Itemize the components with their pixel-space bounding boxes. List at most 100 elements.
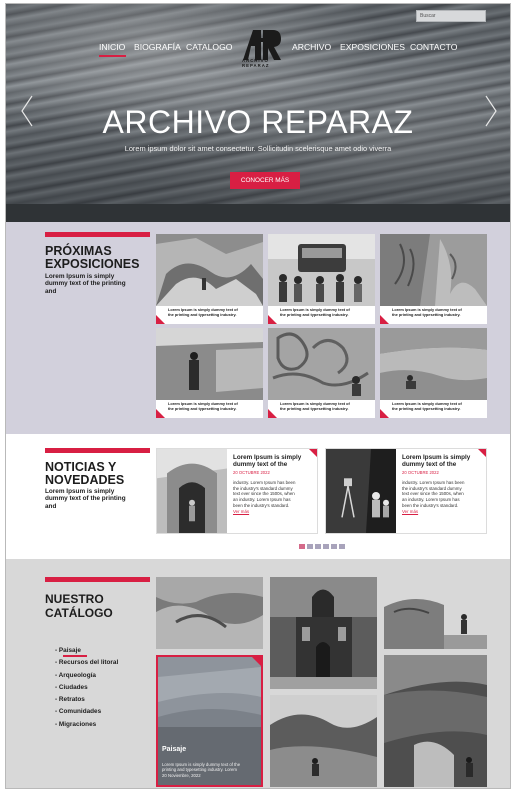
- news-corner-marker: [478, 449, 486, 457]
- news-title: Lorem Ipsum is simply dummy text of the: [233, 454, 302, 468]
- catalogo-section: NUESTRO CATÁLOGO - Paisaje - Recursos del…: [6, 559, 510, 788]
- exposicion-caption: Lorem Ipsum is simply dummy text of the …: [168, 401, 238, 411]
- exposicion-card[interactable]: Lorem Ipsum is simply dummy text of the …: [156, 234, 263, 324]
- catalogo-photo-tile[interactable]: [270, 695, 377, 787]
- featured-title: Paisaje: [162, 746, 187, 753]
- exposiciones-section: PRÓXIMAS EXPOSICIONES Lorem Ipsum is sim…: [6, 222, 510, 434]
- featured-corner-marker: [252, 657, 261, 666]
- exposicion-card[interactable]: Lorem Ipsum is simply dummy text of the …: [380, 234, 487, 324]
- section-accent-bar: [45, 448, 150, 453]
- news-photo: [157, 449, 227, 533]
- nav-item-archivo[interactable]: ARCHIVO: [292, 42, 331, 52]
- exposicion-card[interactable]: Lorem Ipsum is simply dummy text of the …: [156, 328, 263, 418]
- hero-subtitle: Lorem ipsum dolor sit amet consectetur. …: [124, 144, 392, 153]
- news-excerpt: industry. Lorem Ipsum has been the indus…: [402, 480, 465, 508]
- category-item[interactable]: - Paisaje: [55, 647, 118, 659]
- search-input[interactable]: Buscar: [416, 10, 486, 22]
- nav-item-catalogo[interactable]: CATALOGO: [186, 42, 232, 52]
- card-corner-marker: [380, 315, 389, 324]
- category-item[interactable]: - Comunidades: [55, 708, 118, 720]
- exposicion-card[interactable]: Lorem Ipsum is simply dummy text of the …: [268, 328, 375, 418]
- news-date: 20 OCTUBRE 2022: [402, 470, 439, 475]
- catalogo-photo: [156, 577, 263, 649]
- exposicion-photo: [380, 328, 487, 400]
- category-label: - Recursos del litoral: [55, 659, 119, 667]
- hero-banner: Buscar INICIO BIOGRAFÍA CATALOGO ARCHIVO…: [6, 4, 510, 204]
- news-pagination: [299, 544, 345, 549]
- exposicion-card[interactable]: Lorem Ipsum is simply dummy text of the …: [268, 234, 375, 324]
- category-label: - Retratos: [55, 696, 85, 704]
- nav-item-exposiciones[interactable]: EXPOSICIONES: [340, 42, 405, 52]
- news-excerpt: industry. Lorem Ipsum has been the indus…: [233, 480, 296, 508]
- catalogo-featured-card[interactable]: Paisaje Lorem Ipsum is simply dummy text…: [156, 655, 263, 787]
- exposicion-caption: Lorem Ipsum is simply dummy text of the …: [392, 401, 462, 411]
- exposicion-photo: [156, 328, 263, 400]
- page-frame: Buscar INICIO BIOGRAFÍA CATALOGO ARCHIVO…: [5, 3, 511, 789]
- category-label: - Ciudades: [55, 683, 88, 691]
- news-read-more-link[interactable]: Ver más: [402, 509, 418, 514]
- card-corner-marker: [380, 409, 389, 418]
- catalogo-photo: [270, 695, 377, 787]
- featured-description: Lorem Ipsum is simply dummy text of the …: [162, 761, 241, 779]
- catalogo-category-list: - Paisaje - Recursos del litoral - Arqueol…: [55, 647, 118, 733]
- pagination-dot[interactable]: [307, 544, 313, 549]
- category-selected-indicator: [63, 655, 87, 657]
- pagination-dot[interactable]: [339, 544, 345, 549]
- category-item[interactable]: - Recursos del litoral: [55, 659, 118, 671]
- catalogo-photo: [384, 577, 487, 649]
- pagination-dot[interactable]: [323, 544, 329, 549]
- catalogo-photo-tile[interactable]: [270, 577, 377, 689]
- exposicion-caption: Lorem Ipsum is simply dummy text of the …: [392, 307, 462, 317]
- section-accent-bar: [45, 577, 150, 582]
- category-item[interactable]: - Migraciones: [55, 721, 118, 733]
- card-corner-marker: [156, 409, 165, 418]
- exposicion-photo: [268, 328, 375, 400]
- category-label: - Arqueología: [55, 671, 96, 679]
- news-title: Lorem Ipsum is simply dummy text of the: [402, 454, 471, 468]
- exposicion-photo: [156, 234, 263, 306]
- catalogo-photo: [384, 655, 487, 787]
- catalogo-photo-tile[interactable]: [384, 577, 487, 649]
- hero-bottom-band: [6, 204, 510, 222]
- catalogo-photo-tile[interactable]: [384, 655, 487, 787]
- exposicion-caption: Lorem Ipsum is simply dummy text of the …: [168, 307, 238, 317]
- pagination-dot[interactable]: [331, 544, 337, 549]
- noticias-section: NOTICIAS Y NOVEDADES Lorem Ipsum is simp…: [6, 434, 510, 559]
- exposiciones-title: PRÓXIMAS EXPOSICIONES: [45, 244, 140, 271]
- category-label: - Comunidades: [55, 708, 102, 716]
- noticias-description: Lorem Ipsum is simply dummy text of the …: [45, 488, 126, 510]
- category-item[interactable]: - Arqueología: [55, 672, 118, 684]
- news-corner-marker: [309, 449, 317, 457]
- section-accent-bar: [45, 232, 150, 237]
- category-label: - Paisaje: [55, 647, 81, 654]
- category-item[interactable]: - Retratos: [55, 696, 118, 708]
- exposicion-photo: [268, 234, 375, 306]
- category-item[interactable]: - Ciudades: [55, 684, 118, 696]
- hero-title: ARCHIVO REPARAZ: [102, 104, 414, 140]
- category-label: - Migraciones: [55, 720, 97, 728]
- news-card[interactable]: Lorem Ipsum is simply dummy text of the …: [156, 448, 318, 534]
- news-date: 20 OCTUBRE 2022: [233, 470, 270, 475]
- nav-item-contacto[interactable]: CONTACTO: [410, 42, 457, 52]
- card-corner-marker: [268, 315, 277, 324]
- card-corner-marker: [156, 315, 165, 324]
- catalogo-photo: [270, 577, 377, 689]
- news-read-more-link[interactable]: Ver más: [233, 509, 249, 514]
- exposicion-card[interactable]: Lorem Ipsum is simply dummy text of the …: [380, 328, 487, 418]
- exposicion-caption: Lorem Ipsum is simply dummy text of the …: [280, 307, 350, 317]
- exposicion-photo: [380, 234, 487, 306]
- catalogo-photo-tile[interactable]: [156, 577, 263, 649]
- nav-item-biografia[interactable]: BIOGRAFÍA: [134, 42, 181, 52]
- logo-wordmark: ARCHIVO REPARAZ: [242, 58, 270, 68]
- pagination-dot[interactable]: [299, 544, 305, 549]
- nav-item-inicio[interactable]: INICIO: [99, 42, 125, 52]
- conocer-mas-button[interactable]: CONOCER MÁS: [230, 172, 300, 189]
- news-card[interactable]: Lorem Ipsum is simply dummy text of the …: [325, 448, 487, 534]
- pagination-dot[interactable]: [315, 544, 321, 549]
- news-photo: [326, 449, 396, 533]
- card-corner-marker: [268, 409, 277, 418]
- exposiciones-description: Lorem Ipsum is simply dummy text of the …: [45, 273, 126, 295]
- noticias-title: NOTICIAS Y NOVEDADES: [45, 460, 125, 487]
- exposicion-caption: Lorem Ipsum is simply dummy text of the …: [280, 401, 350, 411]
- catalogo-title: NUESTRO CATÁLOGO: [45, 592, 113, 620]
